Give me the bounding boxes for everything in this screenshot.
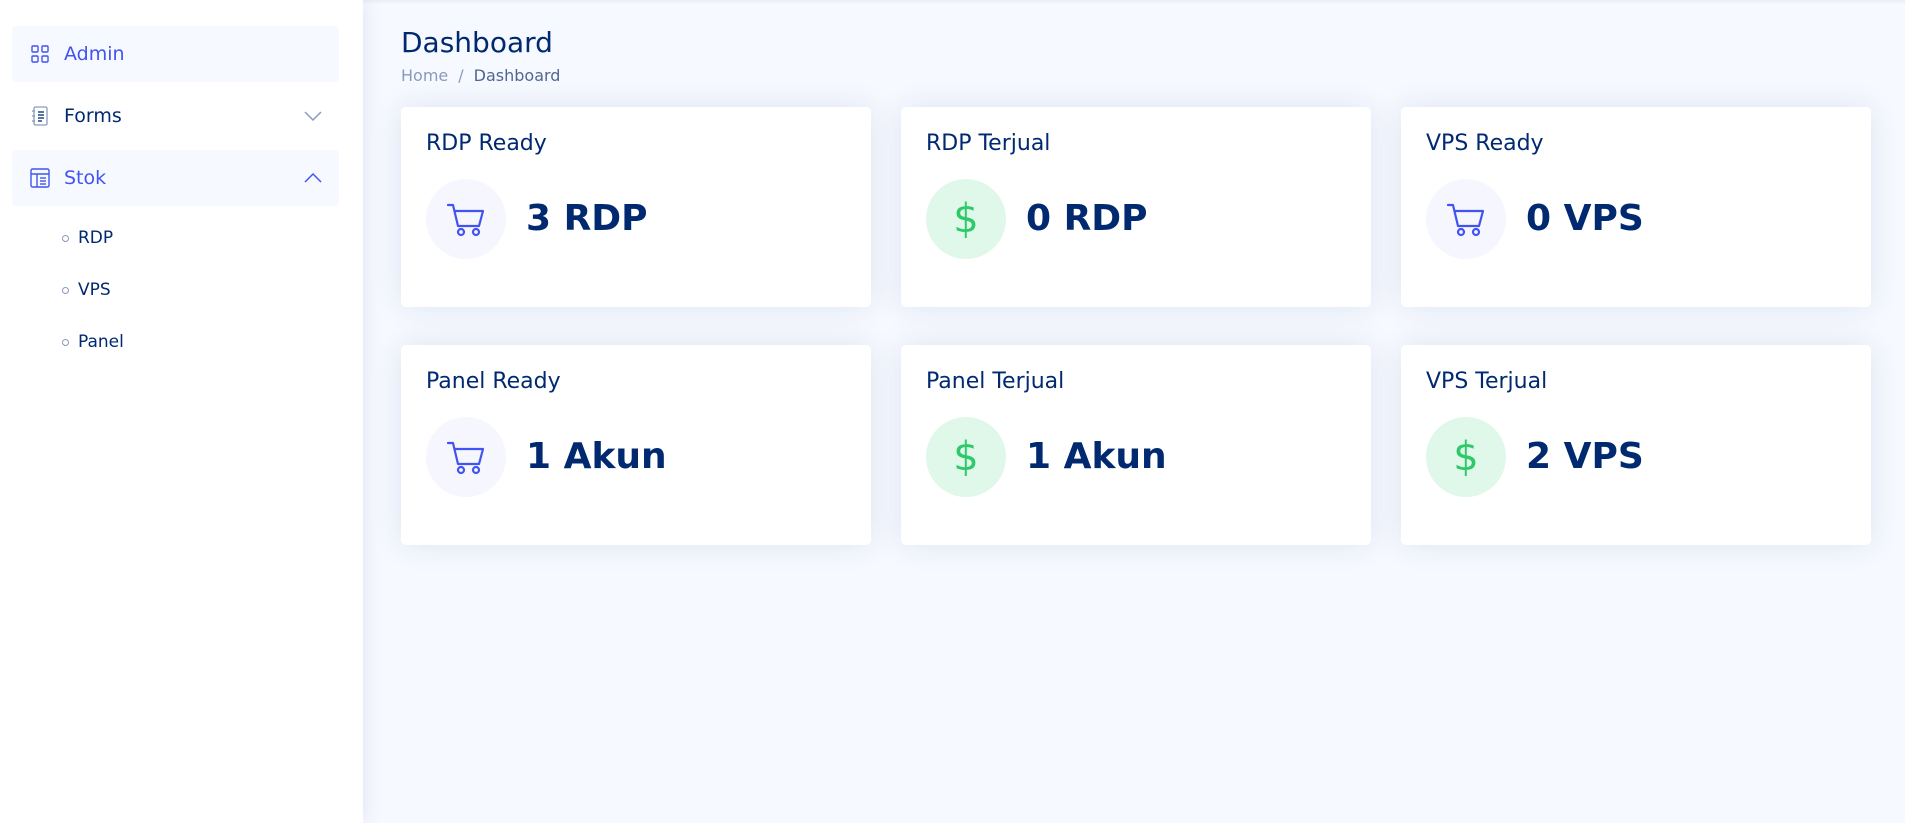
currency-dollar-icon: $ (926, 417, 1006, 497)
dollar-glyph: $ (1453, 434, 1479, 480)
card-value: 2 VPS (1526, 436, 1644, 477)
submenu-item-label: RDP (78, 228, 114, 248)
card-value: 1 Akun (526, 436, 667, 477)
card-value: 0 RDP (1026, 198, 1148, 239)
card-body: $ 2 VPS (1426, 417, 1847, 497)
card-title: RDP Ready (426, 131, 547, 156)
dollar-glyph: $ (953, 434, 979, 480)
cart-icon (426, 179, 506, 259)
card-panel-ready: Panel Ready 1 Akun (401, 345, 871, 545)
sidebar-item-label: Forms (64, 105, 122, 127)
breadcrumb-current: Dashboard (473, 66, 561, 85)
breadcrumb: Home / Dashboard (401, 66, 1869, 85)
main-content: Dashboard Home / Dashboard RDP Ready 3 R… (364, 0, 1905, 823)
sidebar-item-stok[interactable]: Stok (12, 150, 339, 206)
card-body: 1 Akun (426, 417, 847, 497)
circle-icon (62, 234, 69, 242)
sidebar-item-label: Admin (64, 43, 125, 65)
chevron-down-icon[interactable] (303, 106, 323, 126)
stats-grid: RDP Ready 3 RDP RDP Terjual $ 0 RDP VPS … (401, 107, 1871, 545)
submenu-item-label: Panel (78, 332, 124, 352)
card-vps-terjual: VPS Terjual $ 2 VPS (1401, 345, 1871, 545)
stok-submenu: RDP VPS Panel (12, 212, 339, 368)
circle-icon (62, 286, 69, 294)
page-title: Dashboard (401, 26, 553, 59)
breadcrumb-home-link[interactable]: Home (401, 66, 448, 85)
card-title: Panel Terjual (926, 369, 1065, 394)
sidebar-item-label: Stok (64, 167, 107, 189)
journal-text-icon (30, 106, 50, 126)
chevron-up-icon[interactable] (303, 168, 323, 188)
submenu-item-panel[interactable]: Panel (12, 316, 339, 368)
app-root: Admin Forms Stok RDP VPS Panel Dashboard… (0, 0, 1905, 823)
card-value: 3 RDP (526, 198, 648, 239)
card-panel-terjual: Panel Terjual $ 1 Akun (901, 345, 1371, 545)
card-body: $ 0 RDP (926, 179, 1347, 259)
card-body: $ 1 Akun (926, 417, 1347, 497)
card-rdp-ready: RDP Ready 3 RDP (401, 107, 871, 307)
sidebar: Admin Forms Stok RDP VPS Panel (0, 0, 363, 823)
card-vps-ready: VPS Ready 0 VPS (1401, 107, 1871, 307)
grid-icon (30, 44, 50, 64)
sidebar-item-forms[interactable]: Forms (12, 88, 339, 144)
dollar-glyph: $ (953, 196, 979, 242)
layout-text-window-icon (30, 168, 50, 188)
sidebar-item-admin[interactable]: Admin (12, 26, 339, 82)
card-title: VPS Ready (1426, 131, 1544, 156)
submenu-item-label: VPS (78, 280, 111, 300)
card-body: 3 RDP (426, 179, 847, 259)
currency-dollar-icon: $ (926, 179, 1006, 259)
card-value: 1 Akun (1026, 436, 1167, 477)
card-title: Panel Ready (426, 369, 561, 394)
card-title: RDP Terjual (926, 131, 1051, 156)
cart-icon (426, 417, 506, 497)
card-value: 0 VPS (1526, 198, 1644, 239)
card-title: VPS Terjual (1426, 369, 1548, 394)
submenu-item-rdp[interactable]: RDP (12, 212, 339, 264)
circle-icon (62, 338, 69, 346)
card-rdp-terjual: RDP Terjual $ 0 RDP (901, 107, 1371, 307)
breadcrumb-separator: / (458, 66, 464, 85)
card-body: 0 VPS (1426, 179, 1847, 259)
currency-dollar-icon: $ (1426, 417, 1506, 497)
submenu-item-vps[interactable]: VPS (12, 264, 339, 316)
cart-icon (1426, 179, 1506, 259)
